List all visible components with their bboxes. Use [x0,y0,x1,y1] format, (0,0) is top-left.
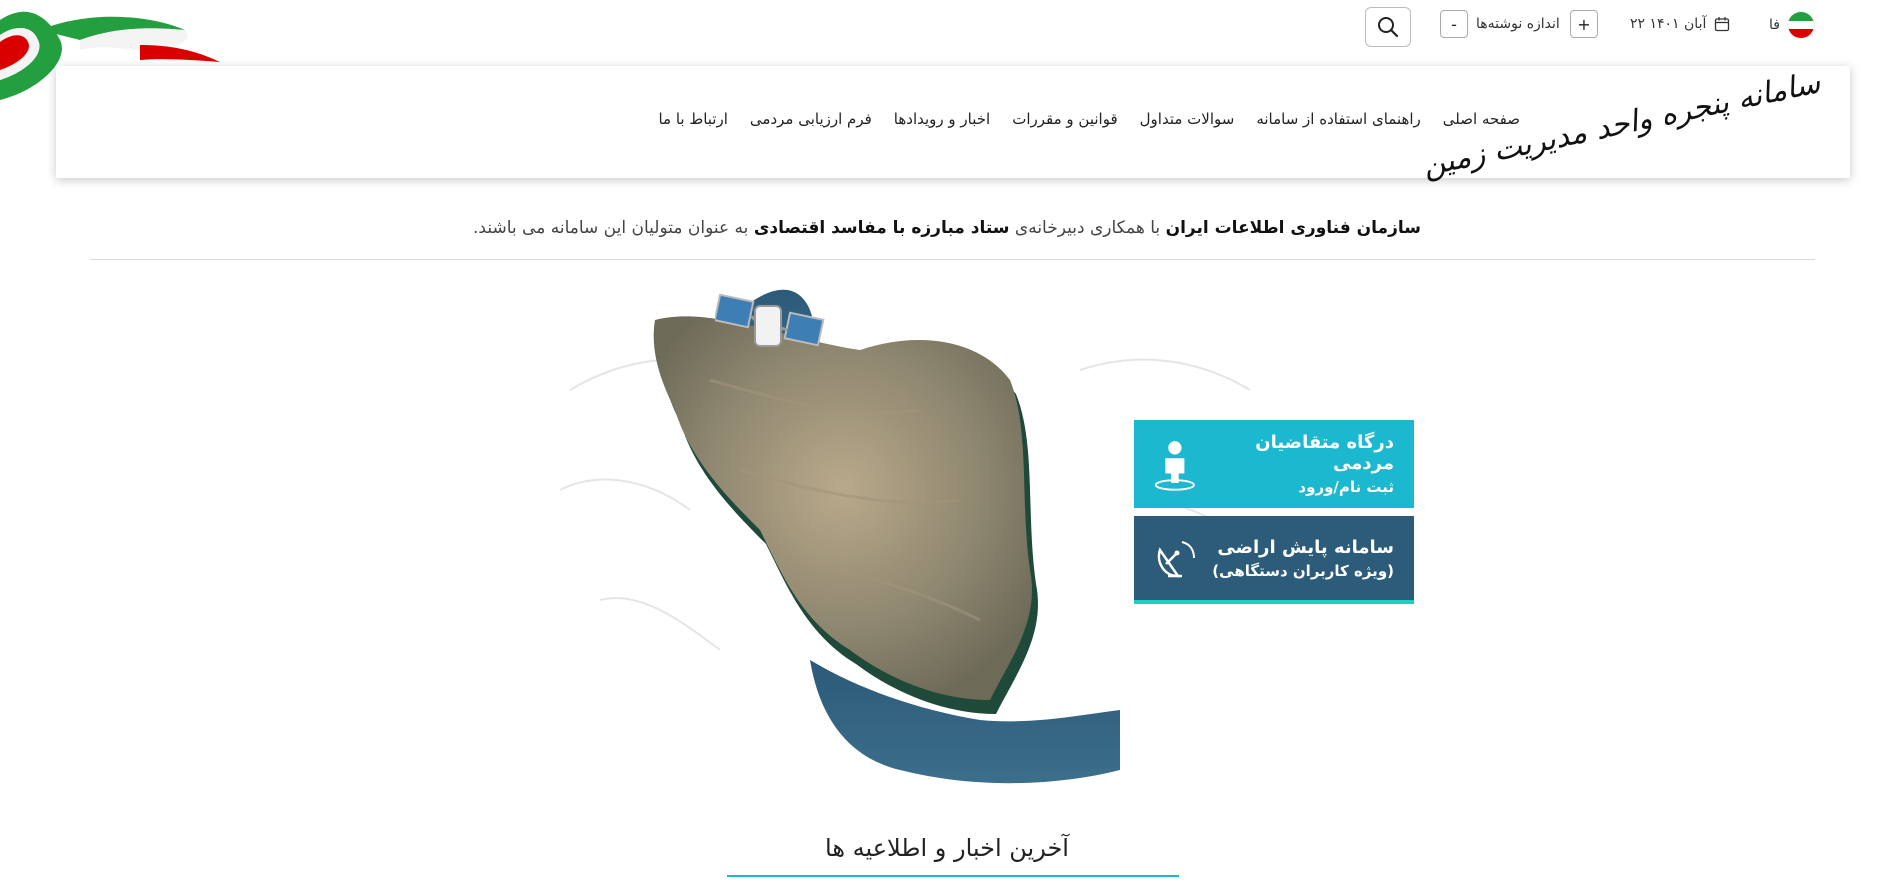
citizen-portal-title: درگاه متقاضیان مردمی [1255,432,1394,474]
calendar-icon [1715,17,1730,32]
intro-statement: سازمان فناوری اطلاعات ایران با همکاری دب… [0,218,1894,238]
current-date: ۲۲ آبان ۱۴۰۱ [1630,16,1730,32]
intro-text-1: با همکاری دبیرخانه‌ی [1014,218,1161,238]
site-logo[interactable]: سامانه پنجره واحد مدیریت زمین [1420,65,1830,183]
intro-text-2: به عنوان متولیان این سامانه می باشند. [473,218,749,238]
font-size-label: اندازه نوشته‌ها [1476,16,1560,32]
font-increase-wrap: + [1570,10,1598,38]
satellite-icon [715,293,825,347]
land-monitoring-button[interactable]: سامانه پایش اراضی (ویژه کاربران دستگاهی) [1134,516,1414,604]
utility-bar: فا ۲۲ آبان ۱۴۰۱ - اندازه نوشته‌ها + [0,6,1894,47]
citizen-portal-button[interactable]: درگاه متقاضیان مردمی ثبت نام/ورود [1134,420,1414,508]
search-icon [1378,17,1399,38]
nav-survey[interactable]: فرم ارزیابی مردمی [750,110,872,128]
nav-faq[interactable]: سوالات متداول [1140,110,1235,128]
nav-home[interactable]: صفحه اصلی [1443,110,1520,128]
land-monitoring-text: سامانه پایش اراضی (ویژه کاربران دستگاهی) [1212,537,1394,580]
user-location-icon [1154,441,1195,491]
nav-news[interactable]: اخبار و رویدادها [894,110,990,128]
citizen-portal-text: درگاه متقاضیان مردمی ثبت نام/ورود [1198,432,1394,496]
nav-contact[interactable]: ارتباط با ما [658,110,727,128]
intro-org-1: سازمان فناوری اطلاعات ایران [1165,218,1421,238]
nav-laws[interactable]: قوانین و مقررات [1012,110,1117,128]
main-header: سامانه پنجره واحد مدیریت زمین صفحه اصلی … [56,65,1850,183]
language-selector[interactable]: فا [1769,12,1814,38]
news-title-underline [727,875,1179,877]
main-navigation: صفحه اصلی راهنمای استفاده از سامانه سوال… [658,110,1520,128]
land-monitoring-title: سامانه پایش اراضی [1217,536,1394,558]
news-section-title: آخرین اخبار و اطلاعیه ها [825,834,1069,862]
satellite-dish-icon [1157,541,1195,578]
font-decrease-button[interactable]: - [1440,10,1468,38]
land-monitoring-subtitle: (ویژه کاربران دستگاهی) [1212,561,1394,580]
citizen-portal-subtitle: ثبت نام/ورود [1298,478,1394,496]
search-button[interactable] [1365,7,1411,47]
nav-guide[interactable]: راهنمای استفاده از سامانه [1256,110,1420,128]
iran-flag-icon [1787,12,1814,38]
language-label: فا [1769,17,1780,33]
font-size-control: - اندازه نوشته‌ها [1440,10,1560,38]
font-increase-button[interactable]: + [1570,10,1598,38]
intro-divider [90,259,1815,260]
date-text: ۲۲ آبان ۱۴۰۱ [1630,16,1707,32]
intro-org-2: ستاد مبارزه با مفاسد اقتصادی [753,218,1010,238]
